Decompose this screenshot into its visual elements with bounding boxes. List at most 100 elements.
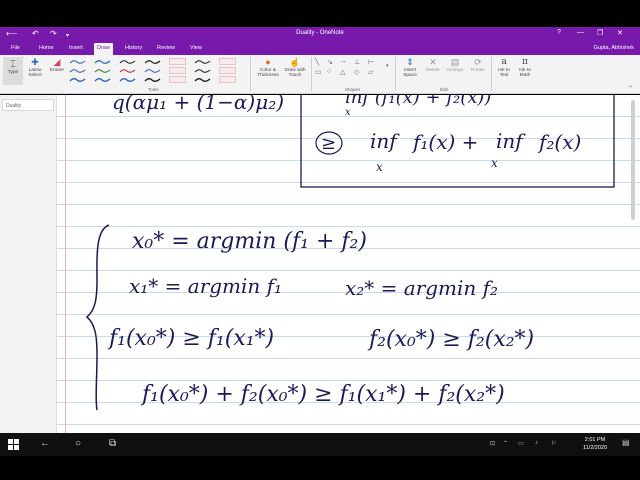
note-box-f2: f₂(x): [537, 130, 581, 154]
pen-blue-6[interactable]: [119, 76, 136, 83]
clock[interactable]: 2:01 PM 11/2/2020: [578, 436, 612, 452]
tab-review[interactable]: Review: [157, 45, 175, 51]
pen-black-4[interactable]: [194, 76, 211, 83]
axis-shape-icon[interactable]: ⊥: [354, 58, 360, 66]
people-icon[interactable]: ⊡: [490, 440, 495, 447]
tab-view[interactable]: View: [190, 45, 202, 51]
pen-green[interactable]: [94, 67, 111, 74]
pen-blue-2[interactable]: [69, 67, 86, 74]
maximize-button[interactable]: ❐: [597, 29, 603, 37]
parallelogram-shape-icon[interactable]: ▱: [368, 68, 373, 76]
eraser-button[interactable]: ◢ Eraser: [47, 57, 67, 73]
battery-icon[interactable]: ▭: [518, 440, 524, 447]
notification-icon[interactable]: ▤: [622, 438, 630, 447]
insert-space-label-2: Space: [403, 73, 417, 78]
note-line-2a: x₁* = argmin f₁: [129, 274, 282, 298]
pen-blue-medium[interactable]: [94, 58, 111, 65]
type-label: Type: [7, 70, 19, 75]
graph-shape-icon[interactable]: ⊢: [368, 58, 374, 66]
note-line-2b: x₂* = argmin f₂: [345, 276, 498, 300]
ink-to-text-button[interactable]: a Ink to Text: [494, 57, 514, 78]
note-box-ge: ≥: [321, 133, 336, 154]
pen-blue-4[interactable]: [69, 76, 86, 83]
note-line-3a: f₁(x₀*) ≥ f₁(x₁*): [107, 326, 274, 351]
pen-black-3[interactable]: [144, 76, 161, 83]
line-shape-icon[interactable]: ╲: [315, 58, 319, 66]
draw-with-touch-button[interactable]: ☝ Draw with Touch: [282, 57, 308, 78]
note-box-sub2: x: [491, 156, 498, 170]
rotate-button[interactable]: ⟳ Rotate: [467, 57, 489, 73]
page-tab-duality[interactable]: Duality: [2, 99, 54, 111]
rotate-icon: ⟳: [474, 57, 482, 67]
pen-blue-5[interactable]: [94, 76, 111, 83]
pen-black[interactable]: [119, 58, 136, 65]
collapse-ribbon-icon[interactable]: ⌃: [628, 85, 633, 92]
type-tool[interactable]: ⌶ Type: [3, 57, 23, 85]
shapes-more-icon[interactable]: ▾: [386, 63, 389, 69]
tab-insert[interactable]: Insert: [69, 45, 83, 51]
tab-history[interactable]: History: [125, 45, 142, 51]
back-icon[interactable]: ←: [40, 438, 50, 450]
note-box-sub1: x: [376, 160, 383, 174]
pen-red[interactable]: [119, 67, 136, 74]
ribbon-separator: [250, 57, 251, 91]
note-box-top: inf (f₁(x) + f₂(x)): [345, 95, 491, 108]
tray-expand-icon[interactable]: ⌃: [503, 440, 508, 447]
search-icon[interactable]: ○: [75, 438, 81, 450]
ink-to-text-icon: a: [501, 57, 507, 67]
highlighter-pink-3[interactable]: [169, 67, 186, 74]
insert-space-button[interactable]: ⇕ Insert Space: [399, 57, 421, 78]
volume-icon[interactable]: ♪: [535, 440, 538, 446]
highlighter-pink-6[interactable]: [219, 76, 236, 83]
delete-icon: ✕: [429, 57, 437, 67]
highlighter-pink-5[interactable]: [169, 76, 186, 83]
windows-start-icon[interactable]: [8, 439, 19, 450]
tab-draw[interactable]: Draw: [94, 43, 113, 55]
ribbon-separator: [395, 57, 396, 91]
pen-blue-thin[interactable]: [69, 58, 86, 65]
user-name[interactable]: Gupta, Abhishek: [594, 45, 634, 51]
lasso-select-button[interactable]: ✚ Lasso Select: [25, 57, 45, 78]
triangle-shape-icon[interactable]: △: [340, 68, 345, 76]
network-icon[interactable]: ⚐: [551, 440, 556, 447]
pen-dark[interactable]: [144, 58, 161, 65]
circle-shape-icon[interactable]: ○: [327, 68, 331, 75]
palette-icon: ●: [265, 57, 271, 67]
delete-label: Delete: [426, 68, 440, 73]
help-button[interactable]: ?: [557, 29, 561, 36]
pen-dark-2[interactable]: [194, 58, 211, 65]
draw-touch-label-2: Touch: [288, 73, 302, 78]
tab-file[interactable]: File: [11, 45, 20, 51]
pen-blue-3[interactable]: [144, 67, 161, 74]
title-bar: ⟵ ↶ ↷ ▾ Duality - OneNote ? — ❐ ✕: [0, 27, 640, 41]
arrange-icon: ▤: [450, 57, 460, 67]
minimize-button[interactable]: —: [577, 29, 584, 36]
color-thickness-button[interactable]: ● Color & Thickness: [255, 57, 281, 78]
diamond-shape-icon[interactable]: ◇: [354, 68, 359, 76]
highlighter-pink[interactable]: [169, 58, 186, 65]
vertical-scrollbar[interactable]: [631, 100, 635, 220]
handwritten-notes: q(αμ₁ + (1−α)μ₂) inf (f₁(x) + f₂(x)) x ≥…: [85, 95, 615, 411]
highlighter-pink-4[interactable]: [219, 67, 236, 74]
double-arrow-shape-icon[interactable]: ↔: [340, 58, 347, 65]
ribbon: ⌶ Type ✚ Lasso Select ◢ Eraser Tools ● C…: [0, 55, 640, 94]
note-box-f1: f₁(x) +: [411, 130, 478, 154]
note-box-inf2: inf: [496, 129, 526, 153]
taskbar: ← ○ ⧉ ⊡ ⌃ ▭ ♪ ⚐ 2:01 PM 11/2/2020 ▤: [0, 433, 640, 456]
rectangle-shape-icon[interactable]: ▭: [315, 68, 322, 76]
page-list-pane: Duality: [0, 95, 57, 433]
pen-black-2[interactable]: [194, 67, 211, 74]
lasso-icon: ✚: [31, 57, 39, 67]
highlighter-pink-2[interactable]: [219, 58, 236, 65]
ribbon-separator: [491, 57, 492, 91]
letterbox-top: [0, 0, 640, 27]
arrange-button[interactable]: ▤ Arrange: [444, 57, 466, 73]
task-view-icon[interactable]: ⧉: [109, 438, 116, 450]
delete-button[interactable]: ✕ Delete: [422, 57, 444, 73]
tab-home[interactable]: Home: [39, 45, 54, 51]
lasso-label-2: Select: [28, 73, 42, 78]
ink-to-math-button[interactable]: π Ink to Math: [515, 57, 535, 78]
edit-group-label: Edit: [440, 87, 448, 92]
arrow-shape-icon[interactable]: ↘: [327, 58, 333, 66]
close-button[interactable]: ✕: [617, 29, 623, 37]
